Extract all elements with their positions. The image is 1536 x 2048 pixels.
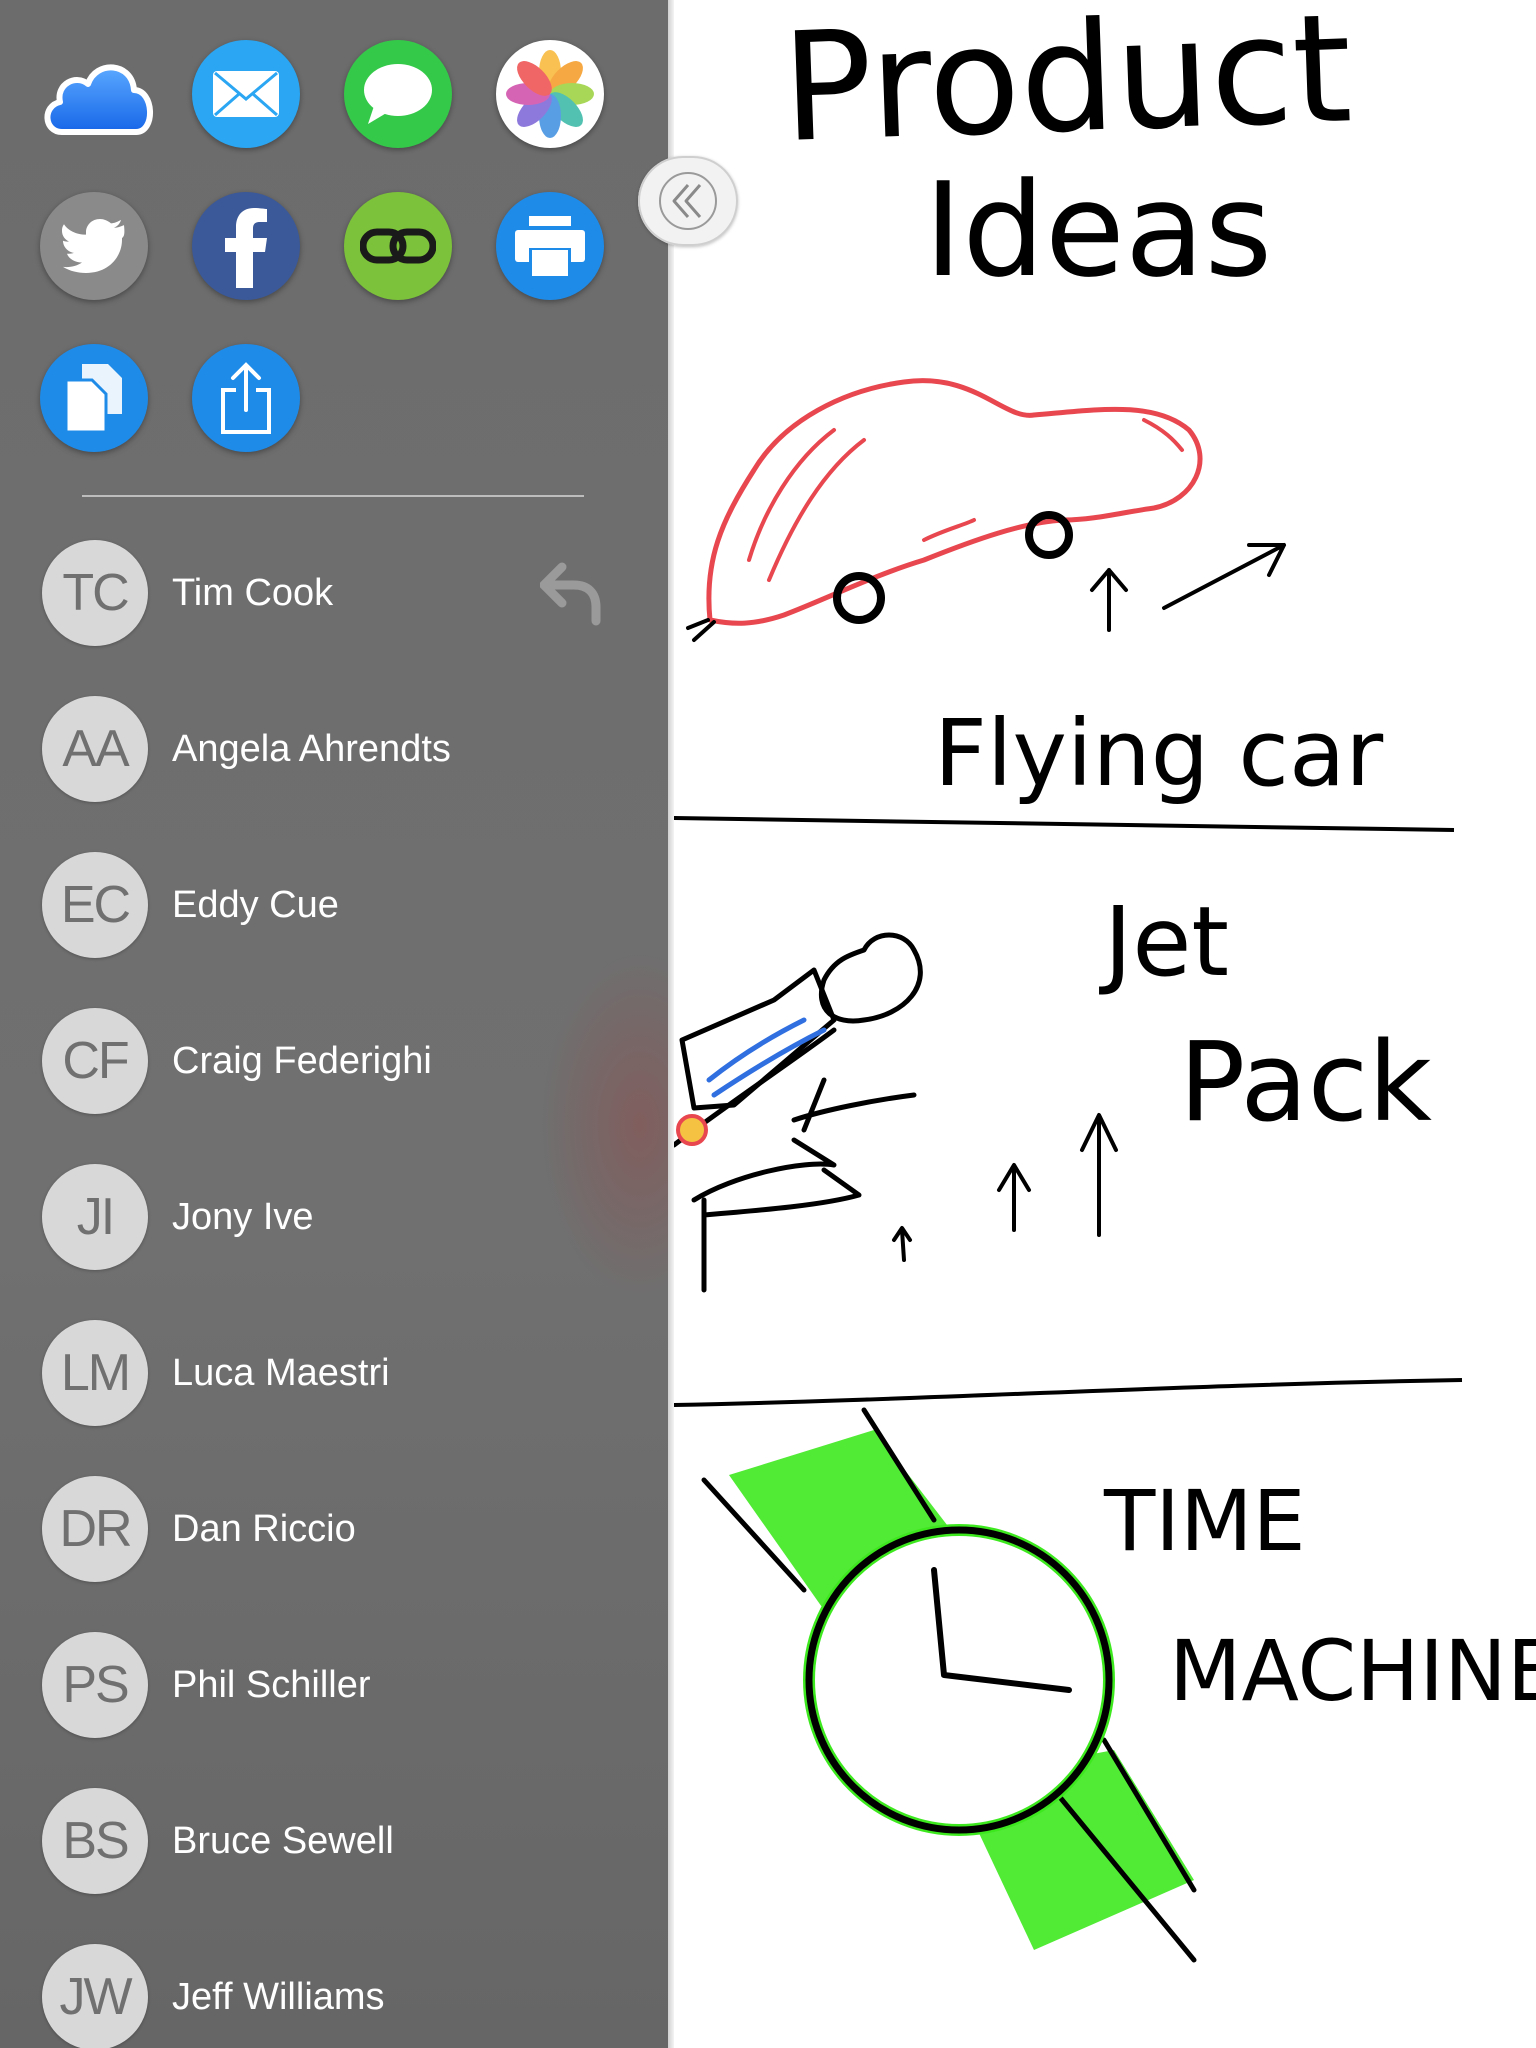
contact-avatar: JI	[42, 1164, 148, 1270]
copy-documents-icon	[64, 364, 122, 434]
idea-flying-car-label: Flying car	[934, 700, 1383, 807]
share-sidebar: TC Tim Cook AA Angela Ahrendts EC Eddy C…	[0, 0, 668, 2048]
contact-row[interactable]: EC Eddy Cue	[0, 840, 668, 970]
section-divider-line	[674, 816, 1455, 832]
section-divider	[82, 495, 584, 497]
contact-row[interactable]: AA Angela Ahrendts	[0, 684, 668, 814]
copy-link-share-button[interactable]	[344, 192, 452, 300]
idea-jet-pack-line2: Pack	[1179, 1018, 1432, 1146]
contact-avatar: DR	[42, 1476, 148, 1582]
contact-name: Eddy Cue	[172, 884, 339, 926]
messages-share-button[interactable]	[344, 40, 452, 148]
sketch-canvas[interactable]: Product Ideas Flying car Jet Pack TIME M…	[674, 0, 1536, 2048]
contact-row[interactable]: BS Bruce Sewell	[0, 1776, 668, 1906]
contact-avatar: AA	[42, 696, 148, 802]
photos-share-button[interactable]	[496, 40, 604, 148]
contact-row[interactable]: PS Phil Schiller	[0, 1620, 668, 1750]
contact-row[interactable]: DR Dan Riccio	[0, 1464, 668, 1594]
idea-time-machine-line2: MACHINE	[1169, 1622, 1536, 1720]
contact-avatar: EC	[42, 852, 148, 958]
link-chain-icon	[360, 228, 436, 264]
printer-icon	[515, 216, 585, 276]
contact-name: Bruce Sewell	[172, 1820, 394, 1862]
contact-name: Phil Schiller	[172, 1664, 371, 1706]
contact-avatar: LM	[42, 1320, 148, 1426]
contact-name: Luca Maestri	[172, 1352, 390, 1394]
mail-share-button[interactable]	[192, 40, 300, 148]
facebook-share-button[interactable]	[192, 192, 300, 300]
facebook-f-icon	[225, 208, 267, 288]
contact-row[interactable]: JI Jony Ive	[0, 1152, 668, 1282]
photos-flower-icon	[506, 50, 594, 138]
contact-avatar: JW	[42, 1944, 148, 2048]
idea-time-machine-line1: TIME	[1103, 1472, 1306, 1570]
jet-pack-drawing	[674, 932, 1118, 1293]
reply-arrow-icon[interactable]	[540, 555, 602, 627]
envelope-icon	[213, 71, 279, 117]
icloud-share-button[interactable]	[40, 40, 158, 148]
bird-icon	[62, 219, 125, 273]
twitter-share-button[interactable]	[40, 192, 148, 300]
contact-avatar: PS	[42, 1632, 148, 1738]
copy-share-button[interactable]	[40, 344, 148, 452]
contact-name: Jeff Williams	[172, 1976, 385, 2018]
contact-name: Tim Cook	[172, 572, 334, 614]
contact-name: Dan Riccio	[172, 1508, 356, 1550]
contact-avatar: TC	[42, 540, 148, 646]
contact-row[interactable]: JW Jeff Williams	[0, 1932, 668, 2048]
section-divider-line	[674, 1378, 1463, 1407]
flying-car-drawing	[686, 378, 1286, 642]
contact-avatar: BS	[42, 1788, 148, 1894]
contact-row[interactable]: LM Luca Maestri	[0, 1308, 668, 1438]
contact-name: Angela Ahrendts	[172, 728, 451, 770]
contact-name: Jony Ive	[172, 1196, 314, 1238]
speech-bubble-icon	[364, 64, 432, 124]
sketch-title-line1: Product	[779, 0, 1354, 176]
sketch-title-line2: Ideas	[924, 154, 1272, 306]
print-share-button[interactable]	[496, 192, 604, 300]
idea-jet-pack-line1: Jet	[1099, 886, 1229, 998]
share-arrow-icon	[221, 362, 271, 434]
contact-avatar: CF	[42, 1008, 148, 1114]
contact-name: Craig Federighi	[172, 1040, 432, 1082]
contact-row[interactable]: CF Craig Federighi	[0, 996, 668, 1126]
cloud-icon	[44, 64, 153, 135]
share-sheet-button[interactable]	[192, 344, 300, 452]
